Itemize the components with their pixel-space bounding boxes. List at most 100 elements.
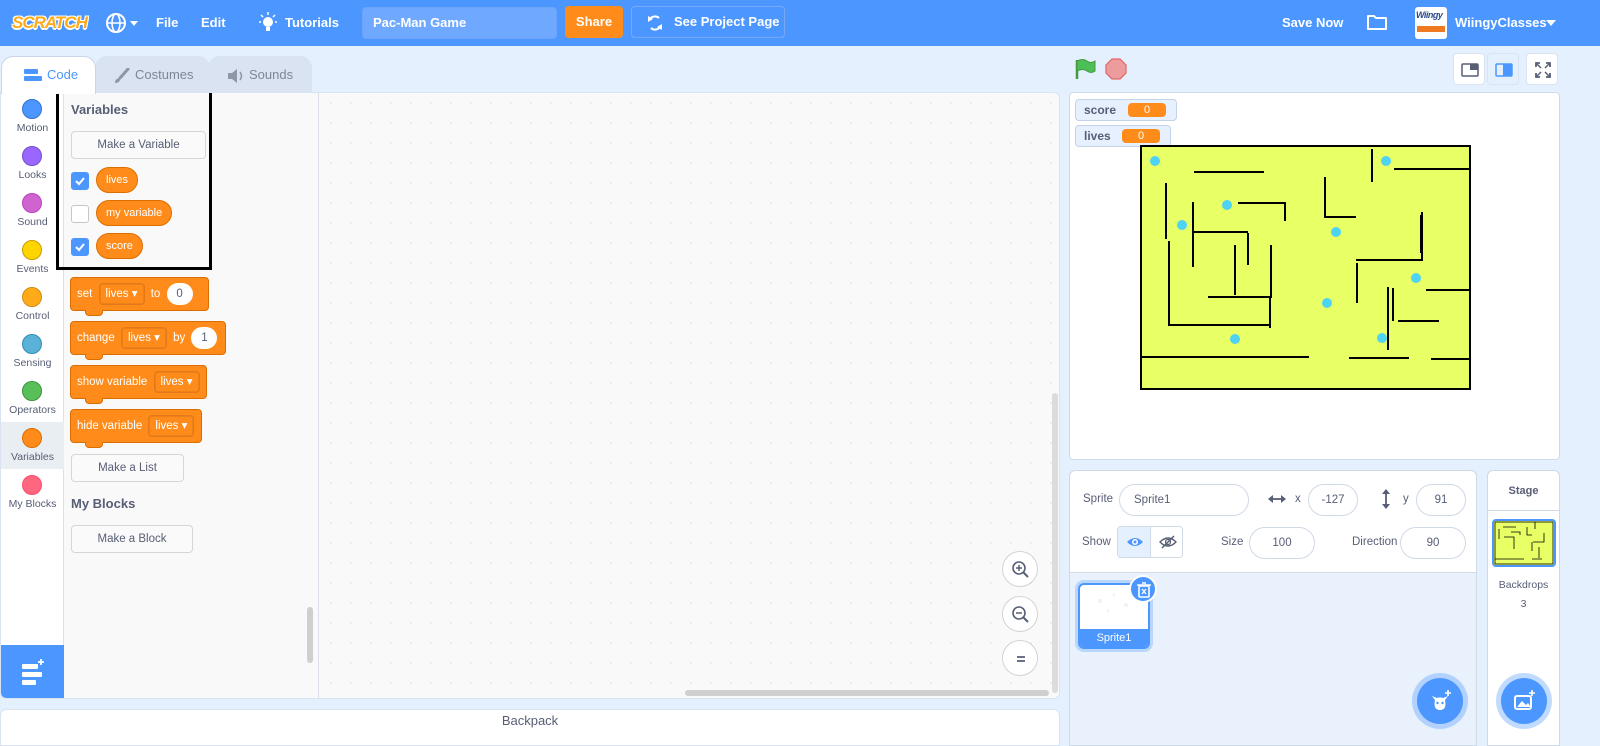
category-sound[interactable]: Sound (1, 187, 64, 234)
show-variable-block[interactable]: show variable lives ▾ (70, 365, 207, 404)
edit-menu[interactable]: Edit (201, 0, 226, 46)
tab-sounds[interactable]: Sounds (208, 56, 312, 94)
language-menu[interactable] (105, 12, 141, 34)
small-stage-button[interactable] (1453, 53, 1485, 85)
hide-variable-word: hide variable (77, 420, 143, 432)
make-block-button[interactable]: Make a Block (71, 525, 193, 553)
category-variables-label: Variables (11, 451, 54, 463)
tutorials-menu[interactable]: Tutorials (285, 0, 339, 46)
code-workspace[interactable]: Motion Looks Sound Events Control Sensin… (0, 92, 1060, 699)
size-label: Size (1221, 536, 1244, 548)
username[interactable]: WiingyClasses (1455, 0, 1547, 46)
y-label: y (1403, 493, 1409, 505)
variable-dropdown[interactable]: lives ▾ (120, 327, 167, 349)
backdrops-label: Backdrops (1498, 579, 1549, 591)
sound-color-dot (22, 193, 42, 213)
y-position-input[interactable]: 91 (1416, 484, 1466, 516)
choose-backdrop-button[interactable] (1501, 678, 1547, 724)
avatar[interactable]: Wiingy (1415, 7, 1447, 39)
motion-color-dot (22, 99, 42, 119)
cat-face-plus-icon (1432, 690, 1451, 710)
score-monitor[interactable]: score 0 (1075, 99, 1177, 121)
sprite-name-input[interactable]: Sprite1 (1119, 484, 1249, 516)
category-sensing-label: Sensing (13, 357, 52, 369)
make-list-button[interactable]: Make a List (71, 454, 184, 482)
code-blocks-icon (24, 69, 42, 81)
stop-sign-icon[interactable] (1105, 58, 1127, 80)
lives-monitor-value: 0 (1122, 129, 1160, 143)
globe-icon (106, 13, 138, 33)
add-extension-button[interactable] (1, 645, 64, 698)
hide-variable-block[interactable]: hide variable lives ▾ (70, 409, 202, 448)
maze-thumbnail (1494, 521, 1554, 565)
zoom-reset-button[interactable] (1002, 640, 1038, 676)
direction-input[interactable]: 90 (1400, 527, 1466, 559)
project-title-input[interactable]: Pac-Man Game (362, 7, 557, 39)
category-sound-label: Sound (17, 216, 48, 228)
x-position-input[interactable]: -127 (1308, 484, 1358, 516)
category-control[interactable]: Control (1, 281, 64, 328)
palette-scrollbar[interactable] (307, 607, 313, 663)
score-monitor-label: score (1084, 103, 1117, 117)
menu-bar: SCRATCH File Edit Tutorials Pac-Man Game… (0, 0, 1600, 46)
see-project-page-button[interactable]: See Project Page (631, 6, 785, 38)
category-my-blocks[interactable]: My Blocks (1, 469, 64, 516)
category-operators[interactable]: Operators (1, 375, 64, 422)
file-menu[interactable]: File (156, 0, 178, 46)
add-extension-icon (22, 659, 44, 685)
change-variable-block[interactable]: change lives ▾ by 1 (70, 321, 226, 360)
horizontal-arrows-icon (1268, 495, 1286, 503)
my-stuff-folder-icon[interactable] (1366, 12, 1388, 35)
hide-sprite-button[interactable] (1151, 527, 1182, 557)
direction-label: Direction (1352, 536, 1398, 548)
workspace-horizontal-scrollbar[interactable] (685, 690, 1049, 696)
delete-sprite-button[interactable] (1129, 575, 1157, 603)
variables-color-dot (22, 428, 42, 448)
stage-canvas[interactable]: score 0 lives 0 (1069, 92, 1560, 460)
speaker-icon (228, 69, 243, 83)
category-looks-label: Looks (18, 169, 47, 181)
variable-dropdown[interactable]: lives ▾ (98, 283, 145, 305)
stage-thumbnail[interactable] (1492, 519, 1556, 567)
equals-icon (1017, 656, 1025, 662)
zoom-out-button[interactable] (1002, 596, 1038, 632)
workspace-vertical-scrollbar[interactable] (1052, 393, 1058, 693)
tab-costumes[interactable]: Costumes (95, 56, 210, 94)
choose-sprite-button[interactable] (1417, 678, 1463, 724)
category-looks[interactable]: Looks (1, 140, 64, 187)
block-notch (85, 310, 103, 316)
backpack[interactable]: Backpack (0, 709, 1060, 746)
block-palette: Variables Make a Variable lives my varia… (56, 93, 319, 698)
category-events[interactable]: Events (1, 234, 64, 281)
value-input[interactable]: 0 (166, 283, 193, 305)
share-button[interactable]: Share (565, 6, 623, 38)
control-color-dot (22, 287, 42, 307)
scratch-logo[interactable]: SCRATCH (12, 10, 88, 36)
set-variable-block[interactable]: set lives ▾ to 0 (70, 277, 209, 316)
lightbulb-icon[interactable] (258, 12, 278, 34)
show-sprite-button[interactable] (1118, 527, 1151, 557)
my-blocks-color-dot (22, 475, 42, 495)
large-stage-button[interactable] (1487, 53, 1519, 85)
zoom-in-icon (1012, 561, 1029, 578)
value-input[interactable]: 1 (191, 327, 218, 349)
chevron-down-icon[interactable] (1546, 20, 1556, 26)
zoom-in-button[interactable] (1002, 551, 1038, 587)
category-variables[interactable]: Variables (1, 422, 64, 469)
variable-dropdown[interactable]: lives ▾ (148, 415, 195, 437)
annotation-highlight-box (56, 93, 212, 270)
category-motion[interactable]: Motion (1, 93, 64, 140)
green-flag-icon[interactable] (1073, 58, 1097, 80)
lives-monitor[interactable]: lives 0 (1075, 125, 1171, 147)
stage-target-pane[interactable]: Stage Backdrops 3 (1487, 470, 1560, 746)
to-word: to (150, 288, 161, 300)
tab-code[interactable]: Code (1, 56, 96, 94)
category-sensing[interactable]: Sensing (1, 328, 64, 375)
variable-dropdown[interactable]: lives ▾ (153, 371, 200, 393)
fullscreen-button[interactable] (1526, 53, 1558, 85)
scratch-logo-text: SCRATCH (12, 13, 88, 32)
eye-icon (1127, 538, 1143, 546)
backdrop-plus-icon (1514, 690, 1535, 710)
size-input[interactable]: 100 (1249, 527, 1315, 559)
save-now-button[interactable]: Save Now (1282, 0, 1343, 46)
